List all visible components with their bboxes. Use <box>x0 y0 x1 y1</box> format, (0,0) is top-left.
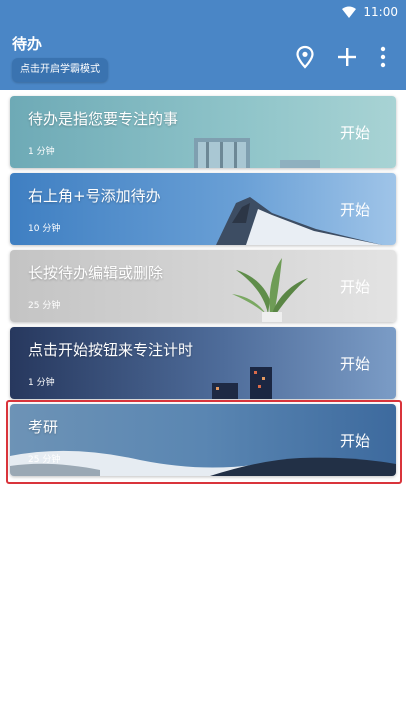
todo-card[interactable]: 点击开始按钮来专注计时 1 分钟 开始 <box>10 327 396 399</box>
city-image <box>212 367 272 399</box>
study-mode-button[interactable]: 点击开启学霸模式 <box>12 58 108 82</box>
todo-card[interactable]: 长按待办编辑或删除 25 分钟 开始 <box>10 250 396 322</box>
todo-card[interactable]: 待办是指您要专注的事 1 分钟 开始 <box>10 96 396 168</box>
plant-image <box>232 258 308 322</box>
todo-duration: 1 分钟 <box>28 147 55 157</box>
todo-label: 右上角+号添加待办 <box>28 187 161 205</box>
status-time: 11:00 <box>363 5 398 19</box>
todo-label: 考研 <box>28 418 59 436</box>
todo-label: 点击开始按钮来专注计时 <box>28 341 194 359</box>
start-button[interactable]: 开始 <box>340 276 370 297</box>
start-button[interactable]: 开始 <box>340 199 370 220</box>
status-bar: 11:00 <box>0 0 406 26</box>
todo-card[interactable]: 右上角+号添加待办 10 分钟 开始 <box>10 173 396 245</box>
start-button[interactable]: 开始 <box>340 353 370 374</box>
todo-card[interactable]: 考研 25 分钟 开始 <box>10 404 396 476</box>
todo-label: 待办是指您要专注的事 <box>28 110 179 128</box>
todo-label: 长按待办编辑或删除 <box>28 264 164 282</box>
snow-landscape-image <box>10 450 396 476</box>
add-todo-icon[interactable] <box>334 44 360 70</box>
more-options-icon[interactable] <box>370 44 396 70</box>
todo-duration: 25 分钟 <box>28 301 61 311</box>
todo-duration: 10 分钟 <box>28 224 61 234</box>
todo-duration: 25 分钟 <box>28 455 61 465</box>
todo-duration: 1 分钟 <box>28 378 55 388</box>
start-button[interactable]: 开始 <box>340 430 370 451</box>
wifi-icon <box>342 6 356 18</box>
page-title: 待办 <box>12 35 43 53</box>
mountain-image <box>216 197 382 245</box>
start-button[interactable]: 开始 <box>340 122 370 143</box>
building-image <box>194 138 320 168</box>
location-icon[interactable] <box>292 44 318 70</box>
app-bar: 待办 点击开启学霸模式 <box>0 26 406 90</box>
